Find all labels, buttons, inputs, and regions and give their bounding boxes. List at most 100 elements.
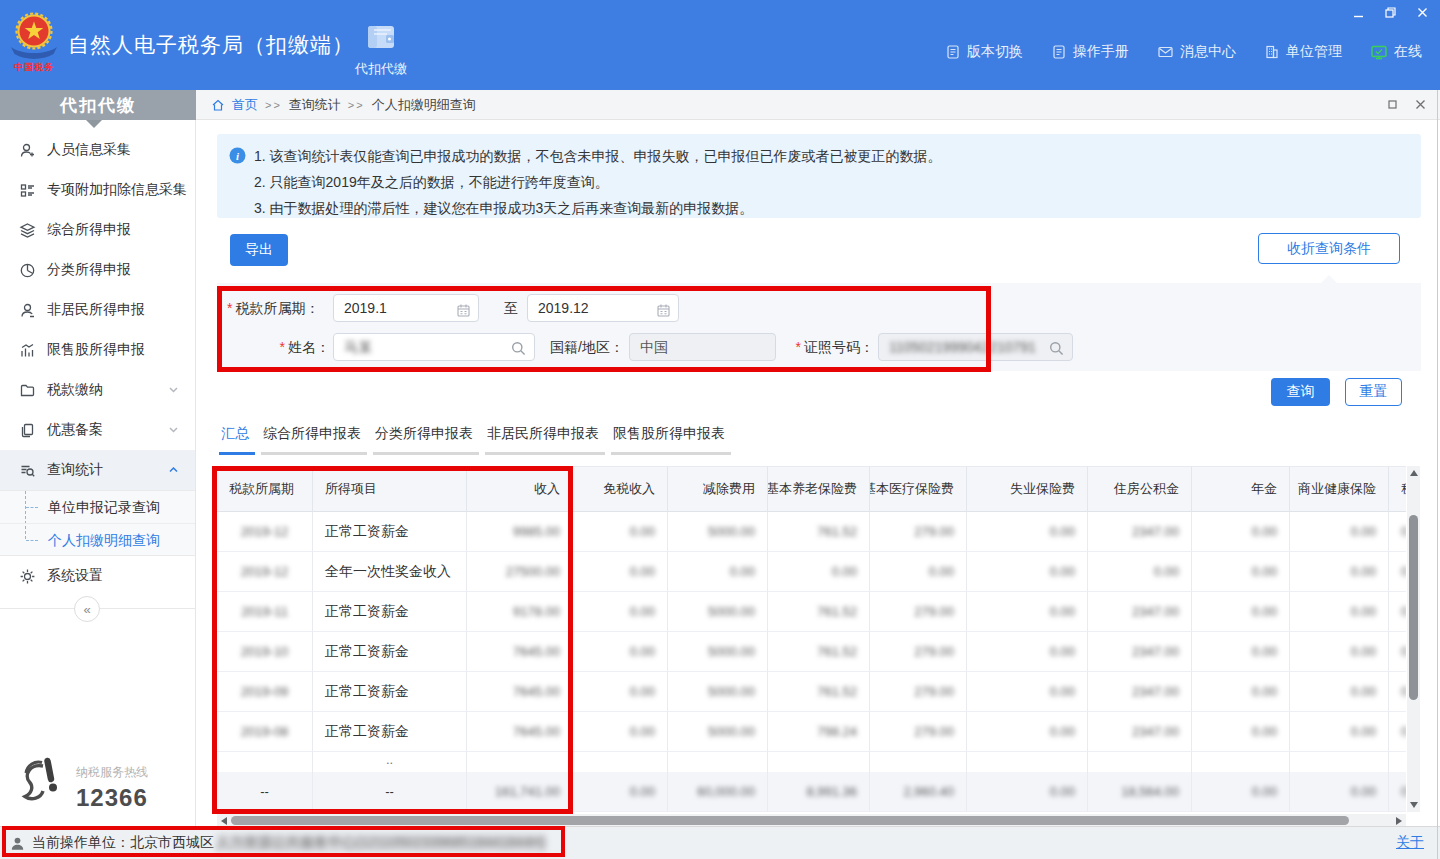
cell: 279.00 <box>870 632 967 672</box>
panel-restore-button[interactable] <box>1387 98 1398 113</box>
search-icon[interactable] <box>1048 340 1065 357</box>
table-row-2[interactable]: 2019-11正常工资薪金9178.000.005000.00761.52279… <box>217 592 1406 632</box>
cell: 0.00 <box>573 512 668 552</box>
table-row-1[interactable]: 2019-12全年一次性奖金收入27500.000.000.000.000.00… <box>217 552 1406 592</box>
search-button[interactable]: 查询 <box>1271 378 1330 406</box>
scroll-right-arrow[interactable] <box>1396 817 1402 825</box>
sidebar-item-label: 专项附加扣除信息采集 <box>47 181 187 199</box>
tab-4[interactable]: 限售股所得申报表 <box>611 425 731 455</box>
calendar-icon[interactable] <box>456 303 471 318</box>
panel-close-button[interactable] <box>1415 98 1426 113</box>
vertical-scroll-thumb[interactable] <box>1409 515 1418 700</box>
notice-box: i1. 该查询统计表仅能查询已申报成功的数据，不包含未申报、申报失败，已申报但已… <box>217 134 1421 218</box>
sidebar-collapse-button[interactable]: « <box>74 596 100 622</box>
cell: 0.00 <box>1290 512 1389 552</box>
sidebar-subitem-0[interactable]: 单位申报记录查询 <box>0 491 195 523</box>
tab-0[interactable]: 汇总 <box>219 425 255 455</box>
sidebar-item-2[interactable]: 综合所得申报 <box>0 210 195 250</box>
tab-3[interactable]: 非居民所得申报表 <box>485 425 605 455</box>
calendar-icon[interactable] <box>656 303 671 318</box>
cell: 2019-09 <box>217 672 313 712</box>
document-icon <box>1051 44 1067 60</box>
to-label: 至 <box>504 294 518 322</box>
breadcrumb-item[interactable]: 查询统计 <box>289 96 341 114</box>
vertical-scrollbar[interactable] <box>1407 466 1420 812</box>
sidebar-item-5[interactable]: 限售股所得申报 <box>0 330 195 370</box>
col-header-6: 基本医疗保险费 <box>870 466 967 512</box>
person-add-icon <box>19 142 36 159</box>
sidebar-item-4[interactable]: 非居民所得申报 <box>0 290 195 330</box>
cell: 0.00 <box>967 512 1088 552</box>
restore-button[interactable] <box>1382 5 1398 19</box>
hotline-block: 纳税服务热线12366 <box>16 756 148 812</box>
table-summary-row: ----161,741.000.0060,000.008,991.362,960… <box>217 772 1406 812</box>
cell: 0 <box>1389 592 1406 632</box>
sidebar-item-label: 优惠备案 <box>47 421 103 439</box>
window-frame-edge <box>1437 90 1438 859</box>
sidebar-item-settings[interactable]: 系统设置 <box>0 556 195 596</box>
header-nav-building-3[interactable]: 单位管理 <box>1264 43 1342 61</box>
table-row-0[interactable]: 2019-12正常工资薪金9985.000.005000.00761.52279… <box>217 512 1406 552</box>
header-nav-label: 单位管理 <box>1286 43 1342 61</box>
hotline-number: 12366 <box>76 784 148 812</box>
home-icon <box>211 98 225 112</box>
fold-query-button[interactable]: 收折查询条件 <box>1258 233 1400 264</box>
tab-1[interactable]: 综合所得申报表 <box>261 425 367 455</box>
name-input[interactable]: 马某 <box>333 333 535 361</box>
sidebar-subitem-1[interactable]: 个人扣缴明细查询 <box>0 523 195 555</box>
app-title: 自然人电子税务局（扣缴端） <box>68 31 354 59</box>
sidebar-item-7[interactable]: 优惠备案 <box>0 410 195 450</box>
period-from-input[interactable]: 2019.1 <box>333 294 479 322</box>
breadcrumb-home[interactable]: 首页 <box>232 96 258 114</box>
sidebar: 人员信息采集专项附加扣除信息采集综合所得申报分类所得申报非居民所得申报限售股所得… <box>0 120 196 826</box>
sidebar-item-1[interactable]: 专项附加扣除信息采集 <box>0 170 195 210</box>
period-to-input[interactable]: 2019.12 <box>527 294 679 322</box>
sidebar-item-0[interactable]: 人员信息采集 <box>0 130 195 170</box>
reset-button[interactable]: 重置 <box>1345 378 1402 406</box>
close-button[interactable] <box>1414 5 1430 19</box>
cell: 正常工资薪金 <box>313 592 467 632</box>
header-nav-online-status-4[interactable]: 在线 <box>1370 43 1422 61</box>
table-row-5[interactable]: 2019-08正常工资薪金7645.000.005000.00798.24279… <box>217 712 1406 752</box>
about-link[interactable]: 关于 <box>1396 834 1424 852</box>
export-button[interactable]: 导出 <box>230 234 288 266</box>
tab-2[interactable]: 分类所得申报表 <box>373 425 479 455</box>
cell: 279.00 <box>870 672 967 712</box>
header-nav-document-1[interactable]: 操作手册 <box>1051 43 1129 61</box>
search-icon[interactable] <box>510 340 527 357</box>
sidebar-item-6[interactable]: 税款缴纳 <box>0 370 195 410</box>
cell: 2347.00 <box>1088 712 1192 752</box>
header-nav-label: 版本切换 <box>967 43 1023 61</box>
search-list-icon <box>19 462 36 479</box>
table-row-4[interactable]: 2019-09正常工资薪金7645.000.005000.00761.52279… <box>217 672 1406 712</box>
cell: 0 <box>1389 552 1406 592</box>
notice-line-2: 2. 只能查询2019年及之后的数据，不能进行跨年度查询。 <box>254 169 1411 195</box>
header-nav-document-0[interactable]: 版本切换 <box>945 43 1023 61</box>
minimize-button[interactable] <box>1350 5 1366 19</box>
sidebar-item-3[interactable]: 分类所得申报 <box>0 250 195 290</box>
col-header-1: 所得项目 <box>313 466 467 512</box>
table-row-partial: .. <box>217 752 1406 772</box>
scroll-up-arrow[interactable] <box>1410 470 1418 476</box>
breadcrumb-separator: >> <box>265 99 282 111</box>
app-window: 中国税务自然人电子税务局（扣缴端）代扣代缴版本切换操作手册消息中心单位管理在线代… <box>0 0 1440 859</box>
bar-chart-icon <box>19 342 36 359</box>
scroll-down-arrow[interactable] <box>1410 802 1418 808</box>
scroll-left-arrow[interactable] <box>221 817 227 825</box>
cell: 2347.00 <box>1088 672 1192 712</box>
summary-cell: 0.00 <box>573 772 668 812</box>
col-header-3: 免税收入 <box>573 466 668 512</box>
module-tab-withholding[interactable]: 代扣代缴 <box>350 21 412 78</box>
col-header-7: 失业保险费 <box>967 466 1088 512</box>
header-nav-label: 在线 <box>1394 43 1422 61</box>
cell: 0.00 <box>1192 512 1290 552</box>
panel-controls <box>1387 90 1426 120</box>
horizontal-scroll-thumb[interactable] <box>231 816 1349 825</box>
sidebar-item-8[interactable]: 查询统计 <box>0 450 195 490</box>
cell: 0.00 <box>1192 552 1290 592</box>
cell: 2347.00 <box>1088 512 1192 552</box>
mail-icon <box>1157 44 1174 60</box>
module-tab-label: 代扣代缴 <box>350 60 412 78</box>
header-nav-mail-2[interactable]: 消息中心 <box>1157 43 1236 61</box>
table-row-3[interactable]: 2019-10正常工资薪金7645.000.005000.00761.52279… <box>217 632 1406 672</box>
